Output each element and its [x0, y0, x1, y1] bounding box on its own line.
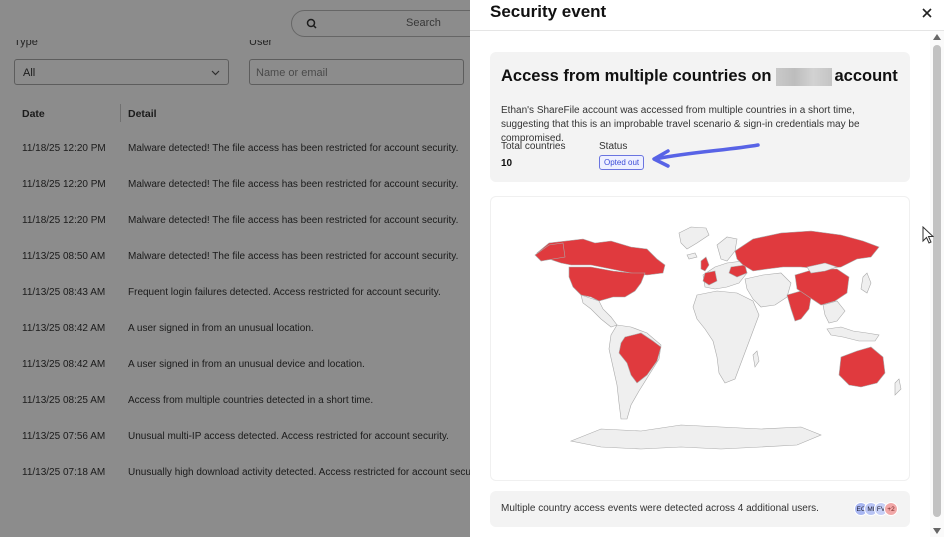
- total-countries-label: Total countries: [501, 141, 566, 152]
- map-iceland: [686, 252, 698, 260]
- map-scandinavia: [716, 236, 738, 262]
- close-icon[interactable]: [920, 6, 934, 20]
- map-antarctica: [569, 424, 822, 450]
- event-title-prefix: Access from multiple countries on: [501, 67, 772, 85]
- mouse-cursor-icon: [922, 226, 934, 244]
- map-united-kingdom: [700, 256, 710, 272]
- panel-title: Security event: [490, 2, 607, 21]
- event-title: Access from multiple countries on accoun…: [501, 67, 898, 86]
- scrollbar-thumb[interactable]: [933, 45, 941, 517]
- total-countries-value: 10: [501, 158, 513, 169]
- redacted-name: [776, 67, 833, 86]
- panel-header: Security event: [470, 0, 944, 31]
- scroll-down-icon[interactable]: [933, 528, 941, 534]
- map-greenland: [678, 226, 710, 250]
- annotation-arrow-icon: [652, 143, 760, 168]
- world-map-card: [490, 196, 910, 481]
- map-indonesia: [826, 326, 880, 342]
- avatar-more-count[interactable]: +2: [884, 502, 898, 516]
- additional-users-text: Multiple country access events were dete…: [501, 503, 819, 514]
- world-map: [534, 226, 902, 450]
- map-africa: [692, 290, 760, 384]
- map-australia: [838, 346, 886, 388]
- security-event-panel: Security event Access from multiple coun…: [470, 0, 944, 537]
- status-badge: Opted out: [599, 155, 645, 170]
- scroll-up-icon[interactable]: [933, 34, 941, 40]
- map-new-zealand: [894, 378, 902, 396]
- event-title-suffix: account: [834, 67, 898, 85]
- map-madagascar: [752, 350, 760, 368]
- panel-scrollbar[interactable]: [930, 31, 944, 537]
- map-southeast-asia: [822, 300, 846, 324]
- map-russia: [734, 230, 880, 272]
- map-japan: [860, 272, 872, 294]
- avatar-group[interactable]: EC MI FV +2: [854, 502, 904, 516]
- additional-users-card: Multiple country access events were dete…: [490, 491, 910, 527]
- event-summary-card: Access from multiple countries on accoun…: [490, 52, 910, 182]
- status-label: Status: [599, 141, 628, 152]
